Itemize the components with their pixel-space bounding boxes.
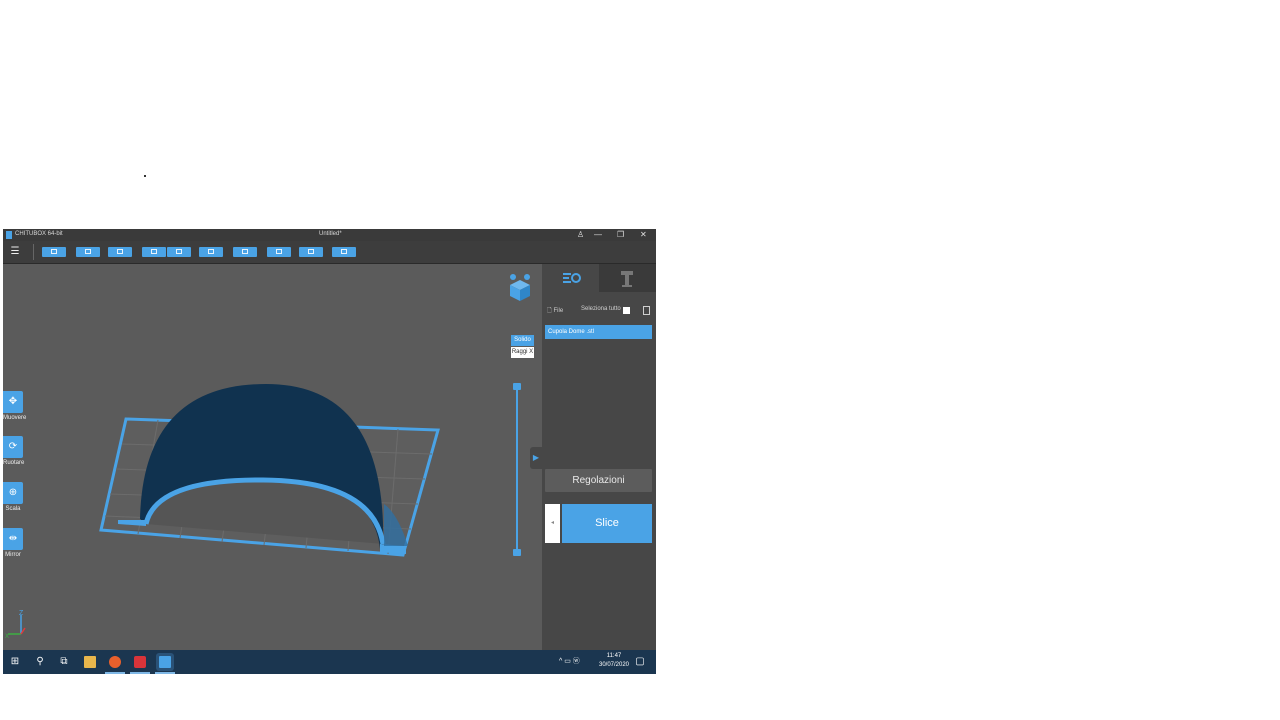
axes-gizmo-icon: Z X bbox=[5, 610, 26, 639]
slice-options-toggle[interactable]: ◂ bbox=[545, 504, 560, 543]
taskbar-clock[interactable]: 11:47 30/07/2020 bbox=[596, 652, 632, 670]
file-icon: 🗋 bbox=[547, 308, 552, 314]
slice-button[interactable]: Slice bbox=[562, 504, 652, 543]
build-plate-scene[interactable] bbox=[98, 384, 458, 564]
clock-time: 11:47 bbox=[606, 653, 622, 659]
scale-tool-button[interactable] bbox=[233, 247, 257, 257]
minimize-button[interactable]: — bbox=[594, 229, 602, 241]
system-tray-icons[interactable]: ^ ▭ ⓦ bbox=[559, 657, 580, 667]
panel-collapse-chevron-icon[interactable]: ▶ bbox=[530, 447, 542, 469]
file-list-item[interactable]: Cupola Dome .stl bbox=[545, 325, 652, 339]
file-explorer-icon[interactable] bbox=[84, 656, 96, 668]
hollow-button[interactable] bbox=[332, 247, 356, 257]
app-logo-icon bbox=[6, 231, 12, 239]
app-window: CHITUBOX 64-bit Untitled* ♙ — ❐ ✕ ☰ ✥ Mu… bbox=[3, 229, 656, 674]
scale-icon: ⊕ bbox=[3, 482, 23, 504]
stray-dot bbox=[144, 175, 146, 177]
axis-z-label: Z bbox=[19, 610, 24, 617]
screenshot-button[interactable] bbox=[108, 247, 132, 257]
view-cube-icon[interactable] bbox=[507, 272, 533, 302]
file-label: File bbox=[553, 308, 564, 314]
save-file-icon bbox=[85, 249, 91, 254]
tool-scale[interactable]: ⊕ Scala bbox=[3, 482, 23, 512]
layer-slider-bottom-handle[interactable] bbox=[513, 549, 521, 556]
close-button[interactable]: ✕ bbox=[640, 229, 647, 241]
layout-button[interactable] bbox=[299, 247, 323, 257]
copy-icon bbox=[151, 249, 157, 254]
hollow-icon bbox=[341, 249, 347, 254]
right-panel: 🗋 File Seleziona tutto Cupola Dome .stl … bbox=[530, 264, 656, 650]
support-button[interactable] bbox=[267, 247, 291, 257]
tool-scale-label: Scala bbox=[5, 506, 21, 512]
user-icon[interactable]: ♙ bbox=[577, 229, 584, 241]
slice-controls: ◂ Slice bbox=[545, 504, 652, 543]
windows-taskbar: ⊞ ⚲ ⧉ ^ ▭ ⓦ 11:47 30/07/2020 ▢ bbox=[3, 650, 656, 674]
file-list-header: 🗋 File Seleziona tutto bbox=[547, 306, 653, 316]
chitubox-running-indicator bbox=[155, 672, 175, 674]
screenshot-icon bbox=[117, 249, 123, 254]
tool-move[interactable]: ✥ Muovere bbox=[3, 391, 27, 421]
layout-icon bbox=[308, 249, 314, 254]
tab-supports[interactable] bbox=[599, 264, 656, 292]
pdf-running-indicator bbox=[130, 672, 150, 674]
xray-view-button[interactable]: Raggi X bbox=[511, 347, 534, 358]
document-title: Untitled* bbox=[319, 231, 342, 237]
title-bar: CHITUBOX 64-bit Untitled* ♙ — ❐ ✕ bbox=[3, 229, 656, 241]
3d-viewport[interactable]: ✥ Muovere ⟳ Ruotare ⊕ Scala ⇹ Mirror Sol… bbox=[3, 264, 542, 650]
tool-rotate[interactable]: ⟳ Ruotare bbox=[3, 436, 25, 466]
task-view-icon[interactable]: ⧉ bbox=[58, 656, 70, 668]
clock-date: 30/07/2020 bbox=[598, 662, 630, 668]
open-file-icon bbox=[51, 249, 57, 254]
firefox-running-indicator bbox=[105, 672, 125, 674]
tool-rotate-label: Ruotare bbox=[3, 460, 25, 466]
menu-icon[interactable]: ☰ bbox=[9, 246, 21, 258]
solid-view-button[interactable]: Solido bbox=[511, 335, 534, 346]
layer-slider[interactable] bbox=[516, 386, 518, 552]
firefox-icon[interactable] bbox=[109, 656, 121, 668]
paste-button[interactable] bbox=[167, 247, 191, 257]
select-all-checkbox[interactable] bbox=[623, 307, 630, 314]
scale-tool-icon bbox=[242, 249, 248, 254]
search-icon[interactable]: ⚲ bbox=[34, 656, 46, 668]
main-toolbar: ☰ bbox=[3, 241, 656, 264]
mirror-icon: ⇹ bbox=[3, 528, 23, 550]
rotate-tool-icon bbox=[208, 249, 214, 254]
select-all-label: Seleziona tutto bbox=[581, 306, 621, 312]
tab-files[interactable] bbox=[542, 264, 599, 292]
tool-mirror-label: Mirror bbox=[5, 552, 21, 558]
rotate-tool-button[interactable] bbox=[199, 247, 223, 257]
paste-icon bbox=[176, 249, 182, 254]
app-title: CHITUBOX 64-bit bbox=[15, 231, 63, 237]
windows-start-icon[interactable]: ⊞ bbox=[9, 656, 21, 668]
pdf-reader-icon[interactable] bbox=[134, 656, 146, 668]
panel-tabs bbox=[542, 264, 656, 292]
axis-x-label: X bbox=[5, 634, 9, 639]
save-file-button[interactable] bbox=[76, 247, 100, 257]
trash-icon[interactable] bbox=[643, 306, 650, 315]
tool-mirror[interactable]: ⇹ Mirror bbox=[3, 528, 23, 558]
layer-slider-top-handle[interactable] bbox=[513, 383, 521, 390]
copy-button[interactable] bbox=[142, 247, 166, 257]
maximize-button[interactable]: ❐ bbox=[617, 229, 624, 241]
supports-tab-icon bbox=[621, 271, 633, 287]
toolbar-divider bbox=[33, 244, 34, 260]
chitubox-taskbar-icon[interactable] bbox=[159, 656, 171, 668]
notifications-icon[interactable]: ▢ bbox=[634, 656, 646, 668]
files-tab-icon bbox=[563, 273, 581, 283]
support-icon bbox=[276, 249, 282, 254]
settings-button[interactable]: Regolazioni bbox=[545, 469, 652, 492]
move-icon: ✥ bbox=[3, 391, 23, 413]
tool-move-label: Muovere bbox=[3, 415, 27, 421]
rotate-icon: ⟳ bbox=[3, 436, 23, 458]
open-file-button[interactable] bbox=[42, 247, 66, 257]
